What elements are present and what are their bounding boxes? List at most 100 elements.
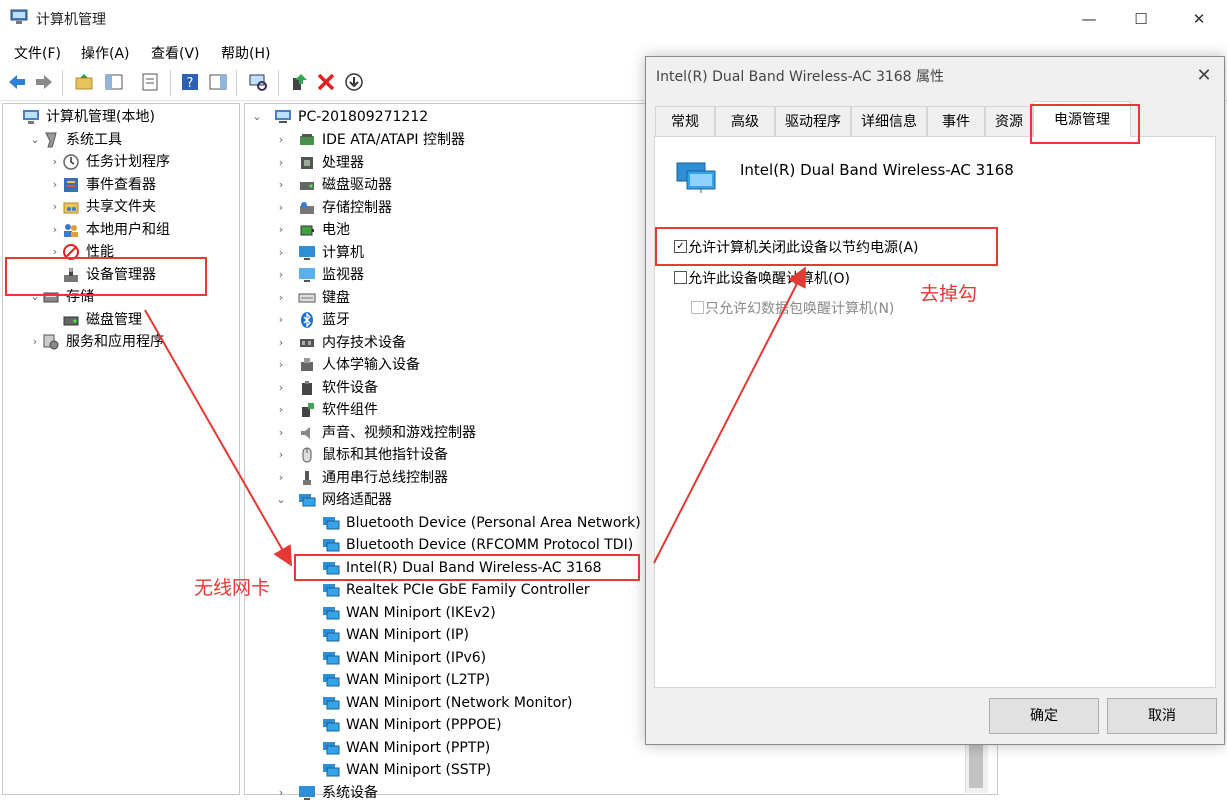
device-label: 鼠标和其他指针设备 (322, 447, 448, 463)
menu-file[interactable]: 文件(F) (14, 43, 61, 63)
device-label: 软件组件 (322, 402, 378, 418)
expand-chevron-icon[interactable]: › (276, 332, 286, 354)
hid-icon (301, 358, 313, 371)
device-label: Bluetooth Device (RFCOMM Protocol TDI) (346, 537, 634, 553)
tab-advanced[interactable]: 高级 (715, 106, 775, 136)
expand-chevron-icon[interactable]: › (276, 309, 286, 331)
window-title: 计算机管理 (36, 12, 106, 28)
expand-chevron-icon[interactable]: › (50, 151, 60, 173)
ok-button[interactable]: 确定 (989, 698, 1099, 734)
show-action-pane-icon[interactable] (208, 72, 228, 92)
network-adapter-icon (323, 584, 340, 597)
device-label: 网络适配器 (322, 492, 392, 508)
computer-icon (299, 245, 315, 260)
expand-chevron-icon[interactable]: › (276, 444, 286, 466)
tab-driver[interactable]: 驱动程序 (775, 106, 851, 136)
update-driver-icon[interactable] (289, 72, 309, 92)
expand-chevron-icon[interactable]: › (276, 354, 286, 376)
expand-chevron-icon[interactable]: › (276, 287, 286, 309)
left-tree-label: 磁盘管理 (86, 311, 142, 328)
magic-packet-label: 只允许幻数据包唤醒计算机(N) (705, 301, 895, 317)
expand-chevron-icon[interactable]: ⌄ (252, 106, 262, 128)
expand-chevron-icon[interactable]: › (276, 129, 286, 151)
network-adapter-icon (323, 606, 340, 619)
left-tree-label: 任务计划程序 (86, 154, 170, 170)
menu-action[interactable]: 操作(A) (81, 43, 130, 63)
annotation-wireless-card: 无线网卡 (194, 577, 271, 599)
highlight-power-tab (1030, 104, 1140, 144)
disable-device-icon[interactable] (344, 72, 364, 92)
expand-chevron-icon[interactable]: › (50, 196, 60, 218)
disk-drive-icon (300, 182, 314, 190)
device-label: 内存技术设备 (322, 334, 406, 351)
menu-help[interactable]: 帮助(H) (221, 43, 270, 63)
network-adapter-icon (676, 162, 716, 193)
title-bar (0, 0, 1227, 38)
ide-controller-icon (300, 134, 314, 145)
mouse-icon (302, 447, 312, 463)
close-button[interactable]: ✕ (1176, 6, 1222, 32)
left-tree-label: 系统工具 (66, 131, 122, 148)
device-label: 处理器 (322, 154, 364, 171)
back-arrow-icon[interactable] (7, 72, 27, 92)
device-label: 电池 (322, 222, 350, 238)
device-label: WAN Miniport (PPTP) (346, 739, 491, 756)
device-label: Bluetooth Device (Personal Area Network) (346, 514, 641, 531)
expand-chevron-icon[interactable]: › (276, 399, 286, 421)
scan-hardware-icon[interactable] (248, 72, 268, 92)
expand-chevron-icon[interactable]: › (276, 377, 286, 399)
network-adapter-icon (323, 696, 340, 709)
tab-events[interactable]: 事件 (927, 106, 985, 136)
device-label: PC-201809271212 (298, 109, 429, 125)
expand-chevron-icon[interactable]: › (276, 782, 286, 804)
expand-chevron-icon[interactable]: › (276, 152, 286, 174)
device-label: WAN Miniport (IKEv2) (346, 604, 496, 621)
minimize-button[interactable]: — (1066, 6, 1112, 32)
cancel-button[interactable]: 取消 (1107, 698, 1217, 734)
left-tree-label: 计算机管理(本地) (46, 109, 155, 125)
expand-chevron-icon[interactable]: › (276, 422, 286, 444)
computer-icon (299, 785, 315, 800)
device-label: WAN Miniport (Network Monitor) (346, 694, 573, 711)
maximize-button[interactable]: ☐ (1118, 6, 1164, 32)
annotation-uncheck: 去掉勾 (920, 283, 978, 305)
expand-chevron-icon[interactable]: ⌄ (30, 129, 40, 151)
tab-resources[interactable]: 资源 (985, 106, 1033, 136)
svg-text:?: ? (187, 76, 194, 91)
forward-arrow-icon[interactable] (34, 72, 54, 92)
expand-chevron-icon[interactable]: › (50, 174, 60, 196)
expand-chevron-icon[interactable]: › (276, 264, 286, 286)
uninstall-device-icon[interactable] (316, 72, 336, 92)
tab-details[interactable]: 详细信息 (851, 106, 927, 136)
help-icon[interactable]: ? (180, 72, 200, 92)
expand-chevron-icon[interactable]: › (276, 467, 286, 489)
menu-view[interactable]: 查看(V) (151, 43, 200, 63)
expand-chevron-icon[interactable]: › (30, 331, 40, 353)
battery-icon (300, 225, 314, 236)
device-label: 计算机 (322, 244, 364, 261)
expand-chevron-icon[interactable]: ⌄ (276, 489, 286, 511)
expand-chevron-icon[interactable]: › (276, 174, 286, 196)
expand-chevron-icon[interactable]: › (276, 197, 286, 219)
dialog-close-button[interactable]: ✕ (1190, 62, 1218, 90)
dialog-title: Intel(R) Dual Band Wireless-AC 3168 属性 (656, 69, 945, 85)
expand-chevron-icon[interactable]: › (276, 242, 286, 264)
clock-icon (63, 154, 79, 170)
expand-chevron-icon[interactable]: › (276, 219, 286, 241)
up-folder-icon[interactable] (74, 72, 94, 92)
allow-wake-label: 允许此设备唤醒计算机(O) (688, 271, 850, 287)
network-adapter-icon (323, 516, 340, 529)
event-viewer-icon (64, 177, 78, 192)
usb-icon (303, 470, 311, 485)
expand-chevron-icon[interactable]: › (50, 219, 60, 241)
shared-folder-icon (63, 202, 79, 214)
highlight-device-manager (5, 257, 207, 296)
services-icon (43, 334, 59, 350)
highlight-power-option (655, 227, 998, 266)
properties-icon[interactable] (140, 72, 160, 92)
show-hide-console-tree-icon[interactable] (104, 72, 124, 92)
allow-wake-checkbox[interactable] (674, 271, 687, 284)
tools-icon (45, 132, 57, 147)
network-adapter-icon (323, 719, 340, 732)
tab-general[interactable]: 常规 (655, 106, 715, 136)
